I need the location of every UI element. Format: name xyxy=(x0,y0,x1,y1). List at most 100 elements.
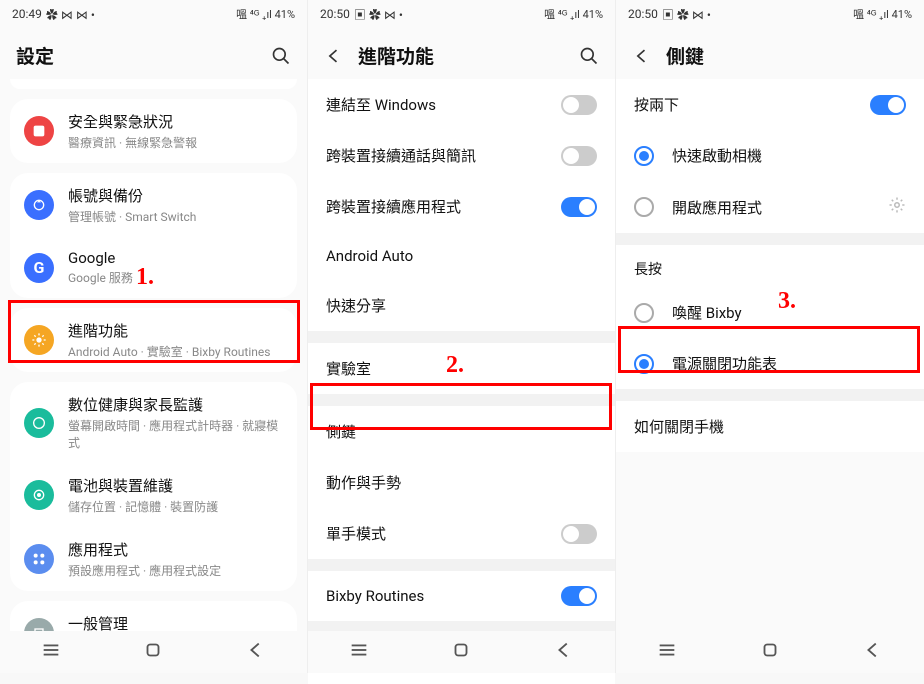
toggle[interactable] xyxy=(561,524,597,544)
status-signal: 嗢 ⁴ᴳ ₊ıl 41% xyxy=(236,6,295,22)
page-title: 側鍵 xyxy=(666,42,908,69)
security-icon xyxy=(24,116,54,146)
nav-home[interactable] xyxy=(759,639,781,665)
item-wellbeing[interactable]: 數位健康與家長監護螢幕開啟時間 · 應用程式計時器 · 就寢模式 xyxy=(10,382,297,463)
nav-home[interactable] xyxy=(450,639,472,665)
section-howto: 如何關閉手機 xyxy=(616,401,924,452)
toggle[interactable] xyxy=(561,586,597,606)
item-sub: 醫療資訊 · 無線緊急警報 xyxy=(68,134,283,151)
annotation-2: 2. xyxy=(446,352,464,379)
item-advanced[interactable]: 進階功能 Android Auto · 實驗室 · Bixby Routines xyxy=(10,308,297,372)
item-apps[interactable]: 應用程式預設應用程式 · 應用程式設定 xyxy=(10,527,297,591)
backup-icon xyxy=(24,190,54,220)
apps-icon xyxy=(24,544,54,574)
status-signal: 嗢 ⁴ᴳ ₊ıl 41% xyxy=(853,6,912,22)
search-icon[interactable] xyxy=(579,46,599,66)
radio-camera[interactable]: 快速啟動相機 xyxy=(616,130,924,181)
search-icon[interactable] xyxy=(271,46,291,66)
card-advanced: 進階功能 Android Auto · 實驗室 · Bixby Routines xyxy=(10,308,297,372)
phone-advanced: 20:50 ▣ ✿ ⋈ • 嗢 ⁴ᴳ ₊ıl 41% 進階功能 連結至 Windo… xyxy=(308,0,616,673)
item-sub: 管理帳號 · Smart Switch xyxy=(68,208,283,225)
item-sub: Google 服務 xyxy=(68,269,283,286)
item-label: 帳號與備份 xyxy=(68,185,283,206)
page-title: 進階功能 xyxy=(358,42,579,69)
back-icon[interactable] xyxy=(324,46,344,66)
status-time: 20:50 xyxy=(320,7,350,21)
gear-icon[interactable] xyxy=(888,196,906,218)
nav-back[interactable] xyxy=(553,639,575,665)
toggle-doublepress[interactable]: 按兩下 xyxy=(616,79,924,130)
radio-icon xyxy=(634,354,654,374)
status-time: 20:49 xyxy=(12,7,42,21)
google-icon: G xyxy=(24,253,54,283)
radio-bixby[interactable]: 喚醒 Bixby xyxy=(616,287,924,338)
item-label: 電池與裝置維護 xyxy=(68,475,283,496)
advanced-icon xyxy=(24,325,54,355)
phone-settings: 20:49 ✿ ⋈ ⋈ • 嗢 ⁴ᴳ ₊ıl 41% 設定 安全與緊急狀況醫療資訊… xyxy=(0,0,308,673)
card-security: 安全與緊急狀況醫療資訊 · 無線緊急警報 xyxy=(10,99,297,163)
toggle[interactable] xyxy=(561,146,597,166)
item-accounts[interactable]: 帳號與備份管理帳號 · Smart Switch xyxy=(10,173,297,237)
card-wellbeing: 數位健康與家長監護螢幕開啟時間 · 應用程式計時器 · 就寢模式 電池與裝置維護… xyxy=(10,382,297,591)
toggle[interactable] xyxy=(561,197,597,217)
section-label: 長按 xyxy=(616,245,924,287)
back-icon[interactable] xyxy=(632,46,652,66)
item-calls[interactable]: 跨裝置接續通話與簡訊 xyxy=(308,130,615,181)
status-icons: ✿ ⋈ ⋈ • xyxy=(46,6,95,23)
item-security[interactable]: 安全與緊急狀況醫療資訊 · 無線緊急警報 xyxy=(10,99,297,163)
nav-home[interactable] xyxy=(142,639,164,665)
item-battery[interactable]: 電池與裝置維護儲存位置 · 記憶體 · 裝置防護 xyxy=(10,463,297,527)
item-sidekey[interactable]: 側鍵 xyxy=(308,406,615,457)
item-gesture[interactable]: 動作與手勢 xyxy=(308,457,615,508)
item-quickshare[interactable]: 快速分享 xyxy=(308,280,615,331)
annotation-1: 1. xyxy=(136,264,154,291)
section-longpress: 長按 喚醒 Bixby 電源關閉功能表 xyxy=(616,245,924,389)
nav-bar xyxy=(0,631,307,673)
item-howto[interactable]: 如何關閉手機 xyxy=(616,401,924,452)
status-bar: 20:49 ✿ ⋈ ⋈ • 嗢 ⁴ᴳ ₊ıl 41% xyxy=(0,0,307,28)
battery-icon xyxy=(24,480,54,510)
item-sub: 螢幕開啟時間 · 應用程式計時器 · 就寢模式 xyxy=(68,417,283,451)
header: 進階功能 xyxy=(308,28,615,79)
list: 連結至 Windows 跨裝置接續通話與簡訊 跨裝置接續應用程式 Android… xyxy=(308,79,615,684)
nav-recents[interactable] xyxy=(40,639,62,665)
item-bixby-routines[interactable]: Bixby Routines xyxy=(308,571,615,621)
nav-recents[interactable] xyxy=(348,639,370,665)
item-label: 進階功能 xyxy=(68,320,283,341)
item-android-auto[interactable]: Android Auto xyxy=(308,232,615,280)
item-apps-continue[interactable]: 跨裝置接續應用程式 xyxy=(308,181,615,232)
radio-powermenu[interactable]: 電源關閉功能表 xyxy=(616,338,924,389)
item-windows[interactable]: 連結至 Windows xyxy=(308,79,615,130)
phone-sidekey: 20:50 ▣ ✿ ⋈ • 嗢 ⁴ᴳ ₊ıl 41% 側鍵 按兩下 快速啟動相機 … xyxy=(616,0,924,673)
radio-icon xyxy=(634,197,654,217)
status-time: 20:50 xyxy=(628,7,658,21)
status-signal: 嗢 ⁴ᴳ ₊ıl 41% xyxy=(544,6,603,22)
item-onehand[interactable]: 單手模式 xyxy=(308,508,615,559)
radio-icon xyxy=(634,303,654,323)
header: 側鍵 xyxy=(616,28,924,79)
annotation-3: 3. xyxy=(778,288,796,315)
item-label: 數位健康與家長監護 xyxy=(68,394,283,415)
nav-recents[interactable] xyxy=(656,639,678,665)
item-sub: 儲存位置 · 記憶體 · 裝置防護 xyxy=(68,498,283,515)
page-title: 設定 xyxy=(16,42,271,69)
toggle[interactable] xyxy=(561,95,597,115)
item-sub: 預設應用程式 · 應用程式設定 xyxy=(68,562,283,579)
status-bar: 20:50 ▣ ✿ ⋈ • 嗢 ⁴ᴳ ₊ıl 41% xyxy=(308,0,615,28)
status-bar: 20:50 ▣ ✿ ⋈ • 嗢 ⁴ᴳ ₊ıl 41% xyxy=(616,0,924,28)
item-sub: Android Auto · 實驗室 · Bixby Routines xyxy=(68,343,283,360)
wellbeing-icon xyxy=(24,408,54,438)
section-doublepress: 按兩下 快速啟動相機 開啟應用程式 xyxy=(616,79,924,233)
status-icons: ▣ ✿ ⋈ • xyxy=(662,6,711,23)
status-icons: ▣ ✿ ⋈ • xyxy=(354,6,403,23)
card-partial xyxy=(10,79,297,89)
nav-back[interactable] xyxy=(862,639,884,665)
radio-openapp[interactable]: 開啟應用程式 xyxy=(616,181,924,233)
nav-bar xyxy=(308,631,615,673)
item-label: 應用程式 xyxy=(68,539,283,560)
item-label: 安全與緊急狀況 xyxy=(68,111,283,132)
toggle[interactable] xyxy=(870,95,906,115)
nav-bar xyxy=(616,631,924,673)
radio-icon xyxy=(634,146,654,166)
nav-back[interactable] xyxy=(245,639,267,665)
